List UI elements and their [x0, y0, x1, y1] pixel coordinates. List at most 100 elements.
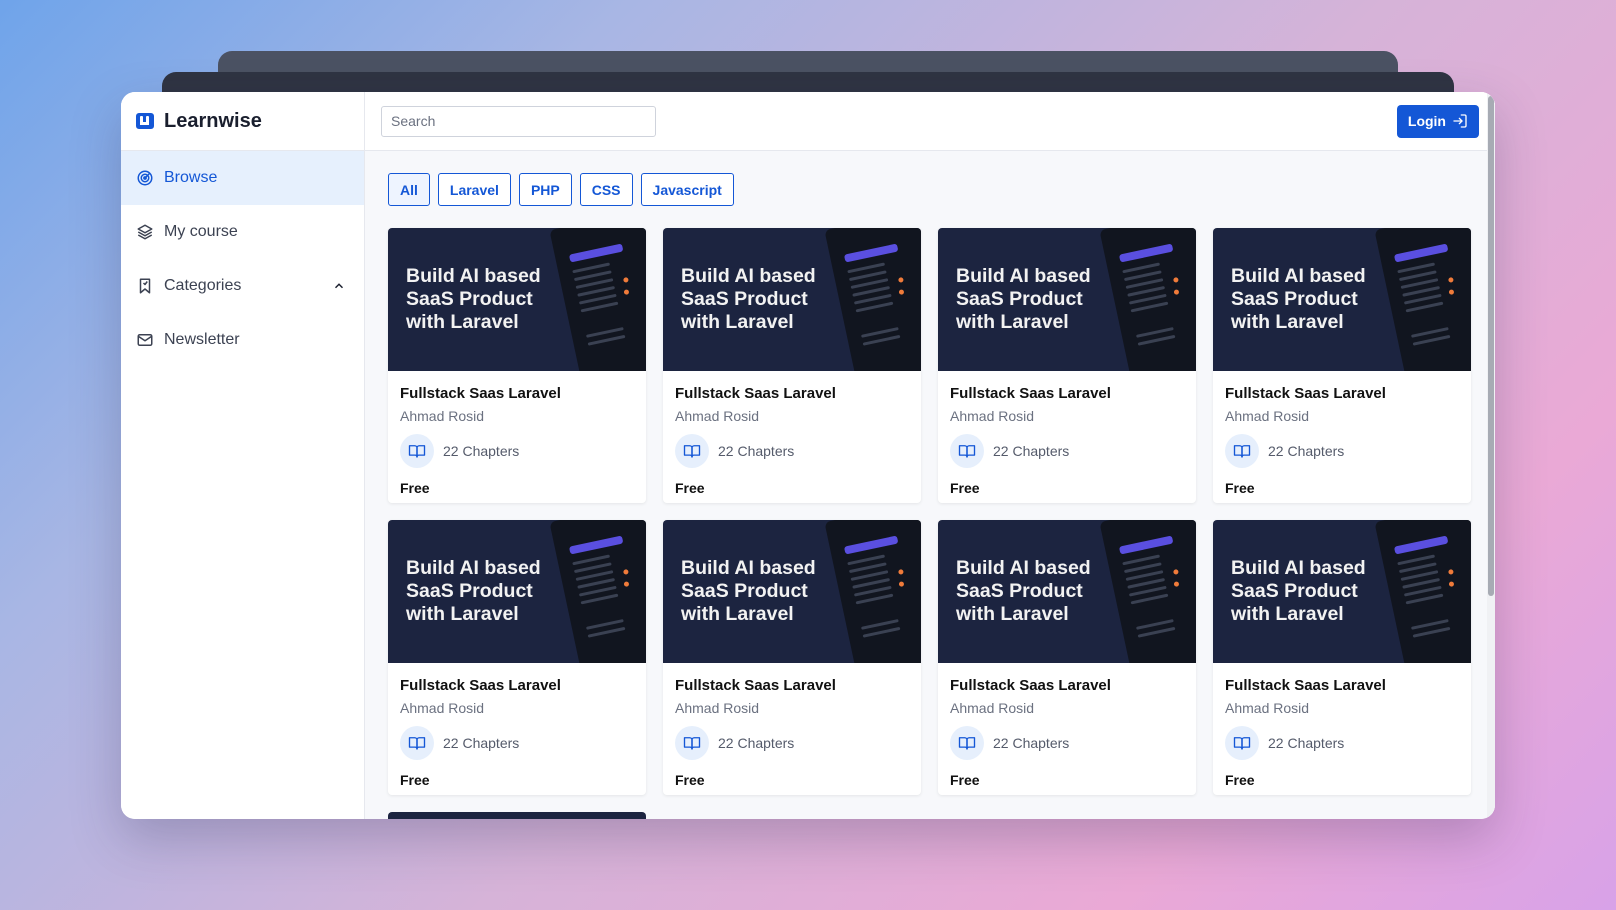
- filter-chip-all[interactable]: All: [388, 173, 430, 206]
- course-chapters: 22 Chapters: [675, 726, 909, 760]
- thumbnail-dashboard-graphic: [1374, 520, 1471, 663]
- course-card[interactable]: Build AI based SaaS Product with Laravel…: [1213, 520, 1471, 795]
- course-title: Fullstack Saas Laravel: [1225, 385, 1386, 402]
- course-title: Fullstack Saas Laravel: [1225, 677, 1386, 694]
- course-card[interactable]: Build AI based SaaS Product with Laravel…: [388, 520, 646, 795]
- chapter-count: 22 Chapters: [443, 443, 520, 459]
- course-thumbnail: Build AI based SaaS Product with Laravel: [663, 228, 921, 371]
- thumbnail-title: Build AI based SaaS Product with Laravel: [956, 557, 1091, 625]
- course-title: Fullstack Saas Laravel: [950, 677, 1111, 694]
- course-price: Free: [1225, 480, 1255, 496]
- filter-chip-php[interactable]: PHP: [518, 173, 572, 206]
- course-card-partial: [388, 812, 646, 819]
- brand[interactable]: Learnwise: [121, 92, 364, 151]
- thumbnail-title: Build AI based SaaS Product with Laravel: [406, 557, 541, 625]
- course-title: Fullstack Saas Laravel: [675, 677, 836, 694]
- chevron-up-icon[interactable]: [332, 279, 346, 293]
- course-chapters: 22 Chapters: [950, 726, 1184, 760]
- course-card-body: Fullstack Saas Laravel Ahmad Rosid 22 Ch…: [663, 663, 921, 788]
- thumbnail-dashboard-graphic: [549, 228, 646, 371]
- course-card-body: Fullstack Saas Laravel Ahmad Rosid 22 Ch…: [388, 371, 646, 496]
- filter-chip-css[interactable]: CSS: [579, 173, 633, 206]
- mail-icon: [137, 334, 153, 346]
- search-input[interactable]: [381, 105, 656, 137]
- bookmark-icon: [139, 278, 151, 294]
- login-button[interactable]: Login: [1396, 104, 1479, 138]
- course-title: Fullstack Saas Laravel: [675, 385, 836, 402]
- course-card-body: Fullstack Saas Laravel Ahmad Rosid 22 Ch…: [1213, 663, 1471, 788]
- course-author: Ahmad Rosid: [400, 408, 485, 424]
- course-thumbnail: Build AI based SaaS Product with Laravel: [1213, 520, 1471, 663]
- thumbnail-dashboard-graphic: [824, 228, 921, 371]
- course-thumbnail: Build AI based SaaS Product with Laravel: [388, 520, 646, 663]
- radar-icon: [137, 170, 153, 186]
- learnwise-logo-icon: [136, 113, 154, 129]
- chapter-count: 22 Chapters: [993, 735, 1070, 751]
- course-price: Free: [950, 480, 980, 496]
- course-card[interactable]: Build AI based SaaS Product with Laravel…: [388, 228, 646, 503]
- filter-chips: All Laravel PHP CSS Javascript: [388, 173, 1472, 206]
- course-author: Ahmad Rosid: [675, 700, 760, 716]
- thumbnail-dashboard-graphic: [549, 520, 646, 663]
- course-card-body: Fullstack Saas Laravel Ahmad Rosid 22 Ch…: [388, 663, 646, 788]
- course-thumbnail: Build AI based SaaS Product with Laravel: [663, 520, 921, 663]
- thumbnail-title: Build AI based SaaS Product with Laravel: [681, 265, 816, 333]
- thumbnail-title: Build AI based SaaS Product with Laravel: [406, 265, 541, 333]
- thumbnail-title: Build AI based SaaS Product with Laravel: [681, 557, 816, 625]
- course-author: Ahmad Rosid: [1225, 408, 1310, 424]
- course-chapters: 22 Chapters: [1225, 434, 1459, 468]
- thumbnail-title: Build AI based SaaS Product with Laravel: [956, 265, 1091, 333]
- course-author: Ahmad Rosid: [950, 700, 1035, 716]
- chapter-count: 22 Chapters: [443, 735, 520, 751]
- chapter-count: 22 Chapters: [718, 735, 795, 751]
- course-author: Ahmad Rosid: [400, 700, 485, 716]
- sidebar-item-label: My course: [164, 223, 238, 240]
- main-area: Login All Laravel PHP CSS Javascript: [365, 92, 1495, 819]
- thumbnail-title: Build AI based SaaS Product with Laravel: [1231, 265, 1366, 333]
- sidebar-item-browse[interactable]: Browse: [121, 151, 364, 205]
- course-chapters: 22 Chapters: [950, 434, 1184, 468]
- sidebar-item-newsletter[interactable]: Newsletter: [121, 313, 364, 367]
- login-label: Login: [1407, 113, 1446, 129]
- book-open-icon: [675, 434, 709, 468]
- course-chapters: 22 Chapters: [1225, 726, 1459, 760]
- course-title: Fullstack Saas Laravel: [950, 385, 1111, 402]
- course-thumbnail: Build AI based SaaS Product with Laravel: [388, 228, 646, 371]
- book-open-icon: [1225, 726, 1259, 760]
- book-open-icon: [675, 726, 709, 760]
- layers-icon: [137, 224, 153, 240]
- course-title: Fullstack Saas Laravel: [400, 677, 561, 694]
- course-card[interactable]: Build AI based SaaS Product with Laravel…: [1213, 228, 1471, 503]
- brand-name: Learnwise: [164, 109, 262, 132]
- course-price: Free: [675, 480, 705, 496]
- course-chapters: 22 Chapters: [400, 434, 634, 468]
- thumbnail-dashboard-graphic: [1374, 228, 1471, 371]
- course-price: Free: [675, 772, 705, 788]
- book-open-icon: [400, 726, 434, 760]
- course-thumbnail: Build AI based SaaS Product with Laravel: [938, 228, 1196, 371]
- course-card-body: Fullstack Saas Laravel Ahmad Rosid 22 Ch…: [663, 371, 921, 496]
- course-price: Free: [1225, 772, 1255, 788]
- course-price: Free: [400, 772, 430, 788]
- filter-chip-laravel[interactable]: Laravel: [437, 173, 511, 206]
- course-card[interactable]: Build AI based SaaS Product with Laravel…: [663, 228, 921, 503]
- sidebar: Learnwise Browse My course Categories Ne…: [121, 92, 365, 819]
- course-author: Ahmad Rosid: [675, 408, 760, 424]
- thumbnail-dashboard-graphic: [1099, 228, 1196, 371]
- course-thumbnail: Build AI based SaaS Product with Laravel: [1213, 228, 1471, 371]
- course-card[interactable]: Build AI based SaaS Product with Laravel…: [938, 520, 1196, 795]
- sidebar-item-categories[interactable]: Categories: [121, 259, 364, 313]
- filter-chip-javascript[interactable]: Javascript: [640, 173, 734, 206]
- topbar: Login: [365, 92, 1495, 151]
- scrollbar[interactable]: [1487, 92, 1495, 819]
- course-price: Free: [400, 480, 430, 496]
- course-card[interactable]: Build AI based SaaS Product with Laravel…: [938, 228, 1196, 503]
- course-card-body: Fullstack Saas Laravel Ahmad Rosid 22 Ch…: [938, 371, 1196, 496]
- sidebar-item-my-course[interactable]: My course: [121, 205, 364, 259]
- scrollbar-thumb[interactable]: [1488, 96, 1494, 596]
- course-card-body: Fullstack Saas Laravel Ahmad Rosid 22 Ch…: [1213, 371, 1471, 496]
- chapter-count: 22 Chapters: [993, 443, 1070, 459]
- sidebar-item-label: Categories: [164, 277, 242, 294]
- sidebar-item-label: Browse: [164, 169, 218, 186]
- course-card[interactable]: Build AI based SaaS Product with Laravel…: [663, 520, 921, 795]
